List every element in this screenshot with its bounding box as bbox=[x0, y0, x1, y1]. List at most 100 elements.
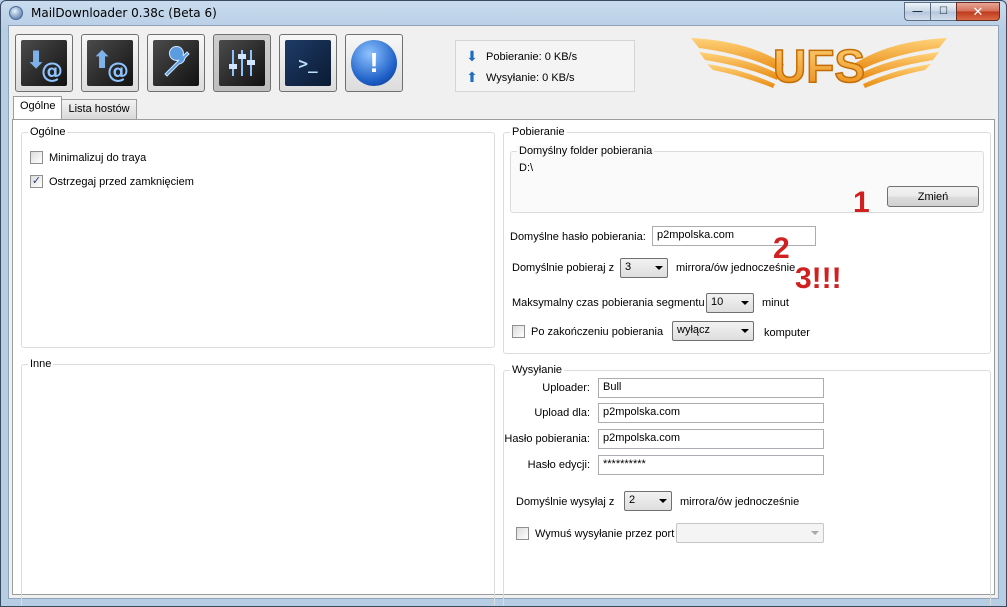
warn-close-checkbox[interactable]: ✓ bbox=[30, 175, 43, 188]
prompt-glyph: >_ bbox=[298, 53, 318, 73]
maximize-button[interactable]: ☐ bbox=[930, 2, 956, 21]
segment-time-select[interactable]: 10 bbox=[706, 293, 754, 313]
download-speed-row: ⬇ Pobieranie: 0 KB/s bbox=[466, 48, 577, 65]
other-group: Inne bbox=[21, 358, 495, 606]
download-arrow-icon: ⬇ bbox=[466, 48, 478, 64]
upload-mirrors-select[interactable]: 2 bbox=[624, 491, 672, 511]
title-bar[interactable]: MailDownloader 0.38c (Beta 6) — ☐ ✕ bbox=[1, 1, 1006, 25]
tab-hosts-list[interactable]: Lista hostów bbox=[61, 99, 137, 119]
uploader-field[interactable]: Bull bbox=[598, 378, 824, 398]
window-title: MailDownloader 0.38c (Beta 6) bbox=[31, 6, 217, 20]
minimize-tray-row[interactable]: Minimalizuj do traya bbox=[30, 151, 146, 164]
chevron-down-icon bbox=[655, 266, 663, 270]
other-group-title: Inne bbox=[28, 358, 54, 370]
download-password-field[interactable]: p2mpolska.com bbox=[652, 226, 816, 246]
download-password-label: Domyślne hasło pobierania: bbox=[510, 231, 646, 243]
download-group-title: Pobieranie bbox=[510, 126, 567, 138]
chevron-down-icon bbox=[741, 301, 749, 305]
upload-for-label: Upload dla: bbox=[534, 407, 590, 419]
close-button[interactable]: ✕ bbox=[956, 2, 1000, 21]
upload-group-title: Wysyłanie bbox=[510, 364, 565, 376]
download-mirrors-select[interactable]: 3 bbox=[620, 258, 668, 278]
force-port-checkbox[interactable] bbox=[516, 527, 529, 540]
download-at-icon: ⬇ @ bbox=[21, 40, 67, 86]
wrench-shape bbox=[164, 46, 190, 77]
tab-strip: Ogólne Lista hostów bbox=[13, 96, 137, 119]
upload-speed-row: ⬆ Wysyłanie: 0 KB/s bbox=[466, 69, 575, 86]
annotation-3: 3!!! bbox=[795, 262, 842, 295]
after-download-select[interactable]: wyłącz bbox=[672, 321, 754, 341]
download-mail-button[interactable]: ⬇ @ bbox=[15, 34, 73, 92]
tools-button[interactable] bbox=[147, 34, 205, 92]
tab-general[interactable]: Ogólne bbox=[13, 96, 63, 119]
after-download-value: wyłącz bbox=[677, 324, 711, 336]
force-port-label: Wymuś wysyłanie przez port bbox=[535, 527, 675, 540]
speed-panel: ⬇ Pobieranie: 0 KB/s ⬆ Wysyłanie: 0 KB/s bbox=[455, 40, 635, 92]
download-folder-group: Domyślny folder pobierania D:\ Zmień bbox=[510, 145, 984, 213]
upload-speed: Wysyłanie: 0 KB/s bbox=[486, 71, 575, 84]
sliders-icon bbox=[219, 40, 265, 86]
segment-time-label: Maksymalny czas pobierania segmentu bbox=[512, 297, 705, 309]
download-speed: Pobieranie: 0 KB/s bbox=[486, 50, 578, 63]
ufs-logo: UFS bbox=[689, 30, 949, 94]
minimize-tray-label: Minimalizuj do traya bbox=[49, 151, 147, 164]
upload-password-field[interactable]: p2mpolska.com bbox=[598, 429, 824, 449]
annotation-1: 1 bbox=[853, 186, 870, 219]
upload-arrow-icon: ⬆ bbox=[466, 69, 478, 85]
tab-page-general: Ogólne Minimalizuj do traya ✓ Ostrzegaj … bbox=[12, 119, 995, 606]
client-area: ⬇ @ ⬆ @ >_ ! ⬇ Pobieranie: 0 KB/s ⬆ Wysy… bbox=[8, 25, 999, 606]
upload-mirrors-label: Domyślnie wysyłaj z bbox=[516, 496, 615, 508]
upload-group: Wysyłanie Uploader: Bull Upload dla: p2m… bbox=[503, 364, 991, 606]
app-icon bbox=[9, 6, 23, 20]
app-window: MailDownloader 0.38c (Beta 6) — ☐ ✕ ⬇ @ … bbox=[0, 0, 1007, 607]
warn-close-label: Ostrzegaj przed zamknięciem bbox=[49, 175, 194, 188]
terminal-icon: >_ bbox=[285, 40, 331, 86]
upload-password-label: Hasło pobierania: bbox=[504, 433, 590, 445]
download-folder-title: Domyślny folder pobierania bbox=[517, 145, 655, 157]
force-port-select[interactable] bbox=[676, 523, 824, 543]
download-folder-path: D:\ bbox=[519, 162, 534, 174]
after-download-suffix: komputer bbox=[764, 327, 810, 339]
download-group: Pobieranie Domyślny folder pobierania D:… bbox=[503, 126, 991, 354]
chevron-down-icon bbox=[659, 499, 667, 503]
upload-mail-button[interactable]: ⬆ @ bbox=[81, 34, 139, 92]
minimize-tray-checkbox[interactable] bbox=[30, 151, 43, 164]
edit-password-label: Hasło edycji: bbox=[527, 459, 590, 471]
upload-at-icon: ⬆ @ bbox=[87, 40, 133, 86]
segment-time-value: 10 bbox=[711, 296, 724, 308]
general-group: Ogólne Minimalizuj do traya ✓ Ostrzegaj … bbox=[21, 126, 495, 348]
download-mirrors-label: Domyślnie pobieraj z bbox=[512, 262, 615, 274]
after-download-checkbox[interactable] bbox=[512, 325, 525, 338]
sliders-shape bbox=[229, 50, 255, 76]
maximize-icon: ☐ bbox=[939, 6, 948, 17]
about-button[interactable]: ! bbox=[345, 34, 403, 92]
exclamation-glyph: ! bbox=[369, 47, 379, 78]
wrench-icon bbox=[153, 40, 199, 86]
annotation-2: 2 bbox=[773, 232, 790, 265]
console-button[interactable]: >_ bbox=[279, 34, 337, 92]
edit-password-field[interactable]: ********** bbox=[598, 455, 824, 475]
chevron-down-icon bbox=[811, 531, 819, 535]
force-port-row[interactable]: Wymuś wysyłanie przez port bbox=[516, 527, 674, 540]
minimize-icon: — bbox=[912, 6, 923, 17]
at-glyph: @ bbox=[107, 59, 129, 84]
logo-text: UFS bbox=[773, 40, 865, 92]
caption-buttons: — ☐ ✕ bbox=[904, 2, 1000, 21]
minimize-button[interactable]: — bbox=[904, 2, 930, 21]
chevron-down-icon bbox=[741, 329, 749, 333]
upload-mirrors-value: 2 bbox=[629, 494, 636, 506]
upload-for-field[interactable]: p2mpolska.com bbox=[598, 403, 824, 423]
general-group-title: Ogólne bbox=[28, 126, 68, 138]
download-mirrors-value: 3 bbox=[625, 261, 632, 273]
after-download-row[interactable]: Po zakończeniu pobierania bbox=[512, 325, 663, 338]
at-glyph: @ bbox=[41, 59, 63, 84]
info-exclamation-icon: ! bbox=[351, 40, 397, 86]
upload-mirrors-suffix: mirrora/ów jednocześnie bbox=[680, 496, 800, 508]
uploader-label: Uploader: bbox=[542, 382, 590, 394]
change-folder-button[interactable]: Zmień bbox=[887, 186, 979, 207]
logo-graphic: UFS bbox=[691, 38, 947, 93]
warn-close-row[interactable]: ✓ Ostrzegaj przed zamknięciem bbox=[30, 175, 194, 188]
close-icon: ✕ bbox=[972, 3, 984, 19]
segment-time-suffix: minut bbox=[762, 297, 789, 309]
settings-button[interactable] bbox=[213, 34, 271, 92]
